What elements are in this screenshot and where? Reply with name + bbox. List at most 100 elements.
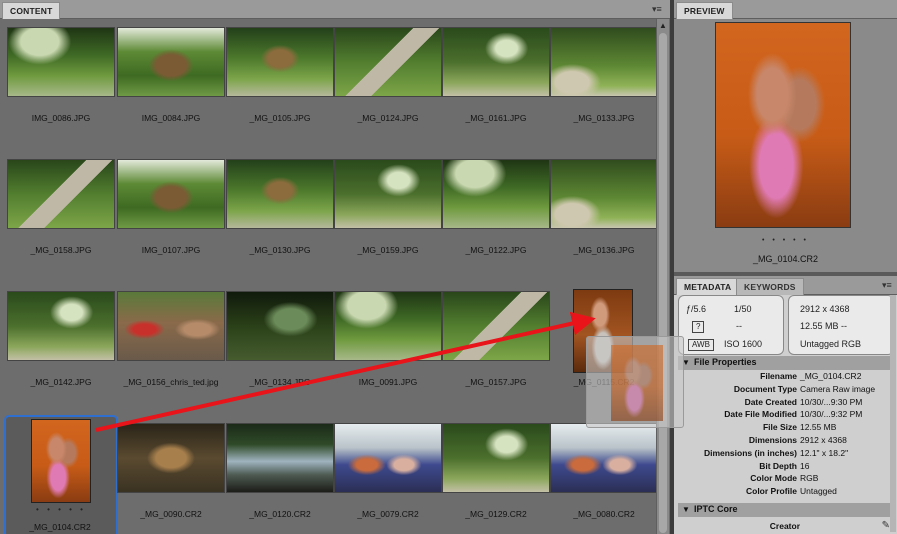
collapse-triangle-icon[interactable]: ▼ (682, 505, 690, 514)
thumbnail-image[interactable] (334, 423, 442, 493)
metadata-value: 10/30/...9:32 PM (800, 409, 863, 420)
thumbnail-image[interactable] (117, 423, 225, 493)
thumbnail-cell[interactable]: IMG_0091.JPG (334, 285, 442, 415)
metadata-key: Color Profile (745, 486, 797, 497)
thumbnail-cell[interactable]: _MG_0134.JPG (226, 285, 334, 415)
metadata-row[interactable]: Dimensions (in inches) 12.1" x 18.2" (678, 447, 892, 460)
thumbnail-cell[interactable]: _MG_0159.JPG (334, 153, 442, 283)
panel-menu-icon[interactable]: ▾≡ (652, 3, 662, 15)
metadata-row[interactable]: Color Mode RGB (678, 472, 892, 485)
thumbnail-filename: _MG_0090.CR2 (140, 509, 202, 519)
thumbnail-cell[interactable]: _MG_0157.JPG (442, 285, 550, 415)
preview-image[interactable] (715, 22, 851, 228)
thumbnail-cell[interactable]: IMG_0107.JPG (117, 153, 225, 283)
metadata-value: 12.55 MB (800, 422, 837, 433)
scroll-thumb[interactable] (659, 33, 667, 533)
thumbnail-image[interactable] (442, 291, 550, 361)
thumbnail-filename: _MG_0124.JPG (357, 113, 419, 123)
metadata-row[interactable]: Bit Depth 16 (678, 460, 892, 473)
thumbnail-image[interactable] (226, 27, 334, 97)
thumbnail-cell[interactable]: _MG_0080.CR2 (550, 417, 658, 534)
thumbnail-filename: _MG_0134.JPG (249, 377, 311, 387)
thumbnail-image[interactable] (442, 423, 550, 493)
flash-icon: ? (692, 321, 705, 333)
metadata-row[interactable]: Color Profile Untagged (678, 485, 892, 498)
thumbnail-image[interactable] (334, 27, 442, 97)
thumbnail-cell[interactable]: _MG_0136.JPG (550, 153, 658, 283)
metadata-key: Date Created (744, 396, 797, 407)
thumbnail-image[interactable] (334, 291, 442, 361)
file-properties-header[interactable]: ▼ File Properties (678, 356, 896, 370)
thumbnail-cell[interactable]: _MG_0129.CR2 (442, 417, 550, 534)
metadata-menu-icon[interactable]: ▾≡ (882, 279, 892, 291)
metadata-key: Dimensions (748, 434, 797, 445)
content-tab-strip: CONTENT ▾≡ (0, 0, 670, 19)
thumbnail-image[interactable] (117, 291, 225, 361)
thumbnail-cell[interactable]: _MG_0158.JPG (7, 153, 115, 283)
thumbnail-cell[interactable]: _MG_0156_chris_ted.jpg (117, 285, 225, 415)
thumbnail-image[interactable] (550, 159, 658, 229)
thumbnail-filename: _MG_0122.JPG (465, 245, 527, 255)
flash-value: -- (736, 321, 742, 331)
iptc-core-header[interactable]: ▼ IPTC Core (678, 503, 896, 517)
thumbnail-filename: _MG_0130.JPG (249, 245, 311, 255)
tab-metadata[interactable]: METADATA (676, 278, 740, 295)
thumbnail-image[interactable] (31, 419, 91, 503)
thumbnail-image[interactable] (7, 291, 115, 361)
tab-keywords[interactable]: KEYWORDS (736, 278, 804, 295)
thumbnail-image[interactable] (7, 27, 115, 97)
thumbnail-image[interactable] (117, 159, 225, 229)
tab-preview[interactable]: PREVIEW (676, 2, 733, 19)
metadata-value: 2912 x 4368 (800, 434, 847, 445)
metadata-row[interactable]: File Size 12.55 MB (678, 421, 892, 434)
thumbnail-cell[interactable]: _MG_0120.CR2 (226, 417, 334, 534)
thumbnail-image[interactable] (550, 27, 658, 97)
thumbnail-cell[interactable]: _MG_0130.JPG (226, 153, 334, 283)
thumbnail-cell[interactable]: • • • • • _MG_0104.CR2 (4, 415, 118, 534)
thumbnail-filename: _MG_0133.JPG (573, 113, 635, 123)
thumbnail-filename: _MG_0105.JPG (249, 113, 311, 123)
scroll-up-arrow-icon[interactable]: ▲ (659, 21, 667, 30)
thumbnail-image[interactable] (226, 423, 334, 493)
thumbnail-image[interactable] (226, 291, 334, 361)
content-scrollbar[interactable]: ▲ (656, 19, 669, 534)
preview-rating[interactable]: • • • • • (674, 237, 897, 244)
metadata-row[interactable]: Dimensions 2912 x 4368 (678, 434, 892, 447)
drag-ghost (586, 336, 684, 428)
preview-panel: PREVIEW • • • • • _MG_0104.CR2 (674, 0, 897, 272)
thumbnail-cell[interactable]: IMG_0084.JPG (117, 21, 225, 151)
metadata-row[interactable]: Filename _MG_0104.CR2 (678, 370, 892, 383)
metadata-value: _MG_0104.CR2 (800, 371, 862, 381)
thumbnail-cell[interactable]: _MG_0122.JPG (442, 153, 550, 283)
thumbnail-filename: _MG_0080.CR2 (573, 509, 635, 519)
metadata-row[interactable]: Date File Modified 10/30/...9:32 PM (678, 408, 892, 421)
thumbnail-image[interactable] (7, 159, 115, 229)
thumbnail-image[interactable] (442, 159, 550, 229)
tab-content[interactable]: CONTENT (2, 2, 61, 19)
thumbnail-cell[interactable]: _MG_0161.JPG (442, 21, 550, 151)
thumbnail-filename: _MG_0158.JPG (30, 245, 92, 255)
thumbnail-rating[interactable]: • • • • • (6, 505, 116, 514)
thumbnail-cell[interactable]: _MG_0124.JPG (334, 21, 442, 151)
thumbnail-cell[interactable]: _MG_0142.JPG (7, 285, 115, 415)
metadata-value: Camera Raw image (800, 383, 876, 394)
thumbnail-cell[interactable]: _MG_0133.JPG (550, 21, 658, 151)
thumbnail-cell[interactable]: IMG_0086.JPG (7, 21, 115, 151)
thumbnail-filename: _MG_0157.JPG (465, 377, 527, 387)
thumbnail-cell[interactable]: _MG_0105.JPG (226, 21, 334, 151)
metadata-row[interactable]: Document Type Camera Raw image (678, 383, 892, 396)
creator-row[interactable]: Creator ✎ (678, 520, 892, 533)
thumbnail-cell[interactable]: _MG_0090.CR2 (117, 417, 225, 534)
thumbnail-image[interactable] (550, 423, 658, 493)
thumbnail-image[interactable] (117, 27, 225, 97)
thumbnail-image[interactable] (442, 27, 550, 97)
metadata-scrollbar[interactable] (890, 295, 896, 532)
thumbnail-filename: IMG_0086.JPG (31, 113, 91, 123)
thumbnail-cell[interactable]: _MG_0079.CR2 (334, 417, 442, 534)
aperture-value: ƒ/5.6 (686, 304, 707, 314)
thumbnail-image[interactable] (226, 159, 334, 229)
metadata-row[interactable]: Date Created 10/30/...9:30 PM (678, 396, 892, 409)
thumbnail-filename: _MG_0104.CR2 (29, 522, 91, 532)
thumbnail-image[interactable] (334, 159, 442, 229)
pencil-icon[interactable]: ✎ (882, 520, 890, 531)
